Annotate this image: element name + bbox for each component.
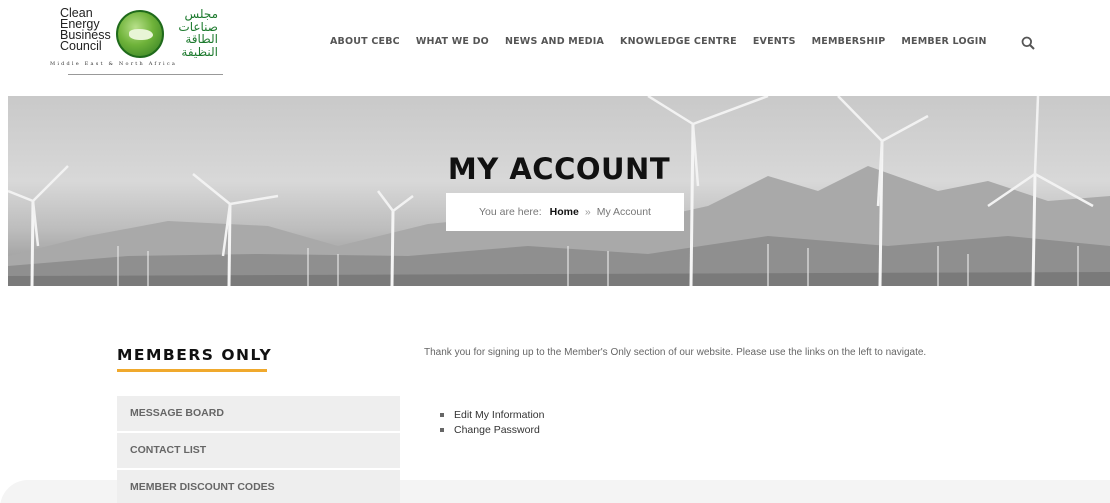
sidebar-title: MEMBERS ONLY [117, 346, 273, 364]
nav-membership[interactable]: MEMBERSHIP [812, 36, 886, 47]
main-nav: ABOUT CEBC WHAT WE DO NEWS AND MEDIA KNO… [330, 36, 1003, 47]
logo-divider [68, 69, 223, 75]
hero-banner: MY ACCOUNT You are here: Home » My Accou… [8, 96, 1110, 286]
page-title: MY ACCOUNT [447, 152, 671, 186]
edit-information-link[interactable]: Edit My Information [440, 408, 544, 423]
sidebar-item-discount-codes[interactable]: MEMBER DISCOUNT CODES [117, 470, 400, 503]
breadcrumb-current: My Account [596, 206, 651, 218]
nav-about[interactable]: ABOUT CEBC [330, 36, 400, 47]
logo-tagline: Middle East & North Africa [50, 61, 178, 67]
breadcrumb-separator: » [584, 206, 591, 218]
cebc-logo[interactable]: Clean Energy Business Council مجلس صناعا… [50, 7, 230, 78]
site-header: Clean Energy Business Council مجلس صناعا… [0, 0, 1110, 96]
nav-member-login[interactable]: MEMBER LOGIN [901, 36, 986, 47]
breadcrumb-home-link[interactable]: Home [550, 206, 579, 218]
nav-news-media[interactable]: NEWS AND MEDIA [505, 36, 604, 47]
logo-arabic-line: الطاقة [185, 32, 218, 46]
search-icon[interactable] [1021, 36, 1035, 50]
logo-line: Council [60, 39, 102, 53]
logo-arabic-line: النظيفة [181, 44, 218, 59]
sidebar-title-underline [117, 369, 267, 372]
nav-knowledge-centre[interactable]: KNOWLEDGE CENTRE [620, 36, 737, 47]
wind-farm-image [8, 96, 1110, 286]
logo-english-name: Clean Energy Business Council [60, 7, 111, 53]
intro-text: Thank you for signing up to the Member's… [424, 347, 927, 358]
change-password-link[interactable]: Change Password [440, 423, 544, 438]
breadcrumb-prefix: You are here: [479, 206, 542, 218]
sidebar-item-message-board[interactable]: MESSAGE BOARD [117, 396, 400, 431]
nav-what-we-do[interactable]: WHAT WE DO [416, 36, 489, 47]
nav-events[interactable]: EVENTS [753, 36, 796, 47]
sidebar-item-contact-list[interactable]: CONTACT LIST [117, 433, 400, 468]
logo-arabic-name: مجلس صناعات الطاقة النظيفة [168, 8, 218, 58]
account-links: Edit My Information Change Password [440, 408, 544, 437]
breadcrumb: You are here: Home » My Account [446, 193, 684, 231]
globe-icon [116, 10, 164, 58]
logo-arabic-line: مجلس [184, 7, 218, 21]
